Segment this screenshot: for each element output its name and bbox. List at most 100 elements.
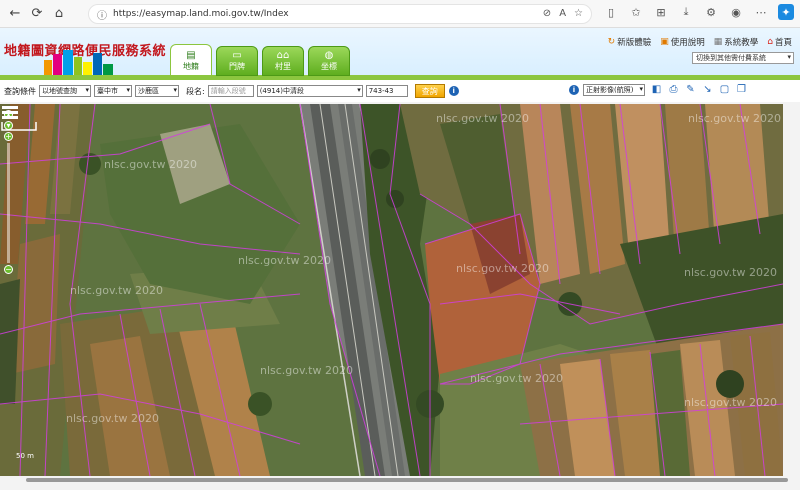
- select-value: 臺中市: [97, 87, 118, 95]
- header-links: ↻ 新版體驗 ▣ 使用說明 ▦ 系統教學 ⌂ 首頁: [608, 36, 792, 48]
- tab-land[interactable]: ▤ 地籍: [170, 44, 212, 76]
- split-screen-icon[interactable]: ▯: [603, 4, 619, 20]
- map-canvas[interactable]: nlsc.gov.tw 2020 nlsc.gov.tw 2020 nlsc.g…: [0, 104, 783, 476]
- link-manual[interactable]: ▣ 使用說明: [660, 36, 705, 48]
- measure-icon[interactable]: ↘: [701, 83, 714, 96]
- system-switch-select[interactable]: 切換到其他需付費系統 ▾: [692, 52, 794, 64]
- query-label: 查詢條件: [4, 86, 36, 96]
- link-label: 系統教學: [724, 38, 759, 48]
- tutorial-icon: ▦: [713, 37, 723, 47]
- imagery-watermark: nlsc.gov.tw 2020: [684, 266, 777, 279]
- select-value: (4914)中清段: [259, 87, 304, 95]
- favorite-icon[interactable]: ☆: [574, 8, 583, 19]
- section-code-input[interactable]: 請輸入段號: [207, 85, 254, 97]
- download-icon[interactable]: ⤓: [678, 4, 694, 20]
- select-value: 以地號查詢: [42, 87, 77, 95]
- link-label: 新版體驗: [617, 38, 652, 48]
- tab-label: 門牌: [229, 62, 245, 71]
- link-label: 使用說明: [670, 38, 705, 48]
- fullscreen-icon[interactable]: ▢: [718, 83, 731, 96]
- logo-buildings-icon: [44, 50, 113, 75]
- link-home[interactable]: ⌂ 首頁: [767, 36, 792, 48]
- back-icon[interactable]: ←: [4, 3, 26, 25]
- select-value: 正射影像(航照): [586, 85, 634, 94]
- info-icon[interactable]: i: [569, 84, 579, 95]
- read-aloud-icon[interactable]: A: [559, 8, 566, 19]
- function-tabs: ▤ 地籍 ▭ 門牌 ⌂⌂ 村里 ◍ 坐標: [170, 44, 350, 76]
- city-select[interactable]: 臺中市 ▾: [94, 85, 132, 97]
- map-tools: i 正射影像(航照) ▾ ◧ ⎙ ✎ ↘ ▢ ❐: [569, 83, 748, 96]
- chevron-down-icon: ▾: [639, 84, 643, 93]
- home-icon: ⌂: [767, 37, 773, 47]
- imagery-watermark: nlsc.gov.tw 2020: [436, 112, 529, 125]
- site-info-icon[interactable]: ⓘ: [97, 7, 107, 22]
- scrollbar-thumb[interactable]: [26, 478, 788, 482]
- district-select[interactable]: 沙鹿區 ▾: [135, 85, 179, 97]
- tracking-icon[interactable]: ⊘: [543, 8, 551, 19]
- chevron-down-icon: ▾: [126, 86, 130, 94]
- link-label: 首頁: [774, 38, 792, 48]
- tab-village[interactable]: ⌂⌂ 村里: [262, 46, 304, 76]
- imagery-watermark: nlsc.gov.tw 2020: [238, 254, 331, 267]
- copy-icon[interactable]: ❐: [735, 83, 748, 96]
- chevron-down-icon: ▾: [85, 86, 89, 94]
- imagery-select[interactable]: 正射影像(航照) ▾: [583, 83, 645, 96]
- url-text: https://easymap.land.moi.gov.tw/Index: [113, 9, 289, 19]
- section-label: 段名:: [186, 86, 205, 96]
- refresh-icon[interactable]: ⟳: [26, 3, 48, 25]
- chevron-down-icon: ▾: [787, 53, 791, 61]
- vertical-scrollbar[interactable]: [783, 104, 790, 476]
- imagery-watermark: nlsc.gov.tw 2020: [688, 112, 781, 125]
- coordinate-icon: ◍: [324, 50, 334, 61]
- horizontal-scrollbar[interactable]: [0, 476, 788, 484]
- zoom-out-button[interactable]: −: [4, 265, 13, 274]
- tab-label: 坐標: [321, 62, 337, 71]
- extensions-icon[interactable]: ⚙: [703, 4, 719, 20]
- refresh-icon: ↻: [607, 37, 616, 47]
- link-new-version[interactable]: ↻ 新版體驗: [608, 36, 652, 48]
- browser-toolbar: ← ⟳ ⌂ ⓘ https://easymap.land.moi.gov.tw/…: [0, 0, 800, 28]
- lot-number-input[interactable]: 743-43: [365, 85, 408, 97]
- site-header: 地籍圖資網路便民服務系統 ▤ 地籍 ▭ 門牌 ⌂⌂ 村里 ◍ 坐標 ↻ 新版體驗: [0, 28, 800, 80]
- link-tutorial[interactable]: ▦ 系統教學: [714, 36, 759, 48]
- scale-bar: [1, 122, 37, 131]
- tab-doorplate[interactable]: ▭ 門牌: [216, 46, 258, 76]
- query-button[interactable]: 查詢: [414, 84, 445, 98]
- chevron-down-icon: ▾: [357, 86, 361, 94]
- tab-coordinate[interactable]: ◍ 坐標: [308, 46, 350, 76]
- scale-label: 50 m: [16, 452, 34, 460]
- tab-label: 村里: [275, 62, 291, 71]
- select-value: 切換到其他需付費系統: [696, 54, 766, 62]
- book-icon: ▣: [660, 37, 669, 47]
- copilot-icon[interactable]: ✦: [778, 4, 794, 20]
- section-select[interactable]: (4914)中清段 ▾: [256, 85, 363, 97]
- query-bar: 查詢條件 以地號查詢 ▾ 臺中市 ▾ 沙鹿區 ▾ 段名: 請輸入段號 (4914…: [0, 80, 800, 102]
- imagery-watermark: nlsc.gov.tw 2020: [470, 372, 563, 385]
- print-icon[interactable]: ⎙: [667, 83, 680, 96]
- collections-icon[interactable]: ⊞: [653, 4, 669, 20]
- imagery-watermark: nlsc.gov.tw 2020: [684, 396, 777, 409]
- edit-icon[interactable]: ✎: [684, 83, 697, 96]
- chevron-down-icon: ▾: [173, 86, 177, 94]
- imagery-watermark: nlsc.gov.tw 2020: [260, 364, 353, 377]
- layer-icon[interactable]: ◧: [650, 83, 663, 96]
- more-icon[interactable]: ⋯: [753, 4, 769, 20]
- village-icon: ⌂⌂: [276, 50, 290, 61]
- imagery-watermark: nlsc.gov.tw 2020: [456, 262, 549, 275]
- map-icon: ▤: [186, 50, 196, 61]
- zoom-control: ▴ ▾ + −: [4, 110, 14, 276]
- tab-label: 地籍: [183, 62, 199, 71]
- doorplate-icon: ▭: [232, 50, 242, 61]
- zoom-slider[interactable]: [7, 143, 10, 263]
- imagery-watermark: nlsc.gov.tw 2020: [104, 158, 197, 171]
- zoom-in-button[interactable]: +: [4, 132, 13, 141]
- info-icon[interactable]: i: [448, 86, 459, 96]
- home-icon[interactable]: ⌂: [48, 3, 70, 25]
- imagery-watermark: nlsc.gov.tw 2020: [66, 412, 159, 425]
- favorites-icon[interactable]: ✩: [628, 4, 644, 20]
- address-bar[interactable]: ⓘ https://easymap.land.moi.gov.tw/Index …: [88, 4, 592, 24]
- query-mode-select[interactable]: 以地號查詢 ▾: [39, 85, 91, 97]
- profile-icon[interactable]: ◉: [728, 4, 744, 20]
- imagery-watermark: nlsc.gov.tw 2020: [70, 284, 163, 297]
- select-value: 沙鹿區: [138, 87, 159, 95]
